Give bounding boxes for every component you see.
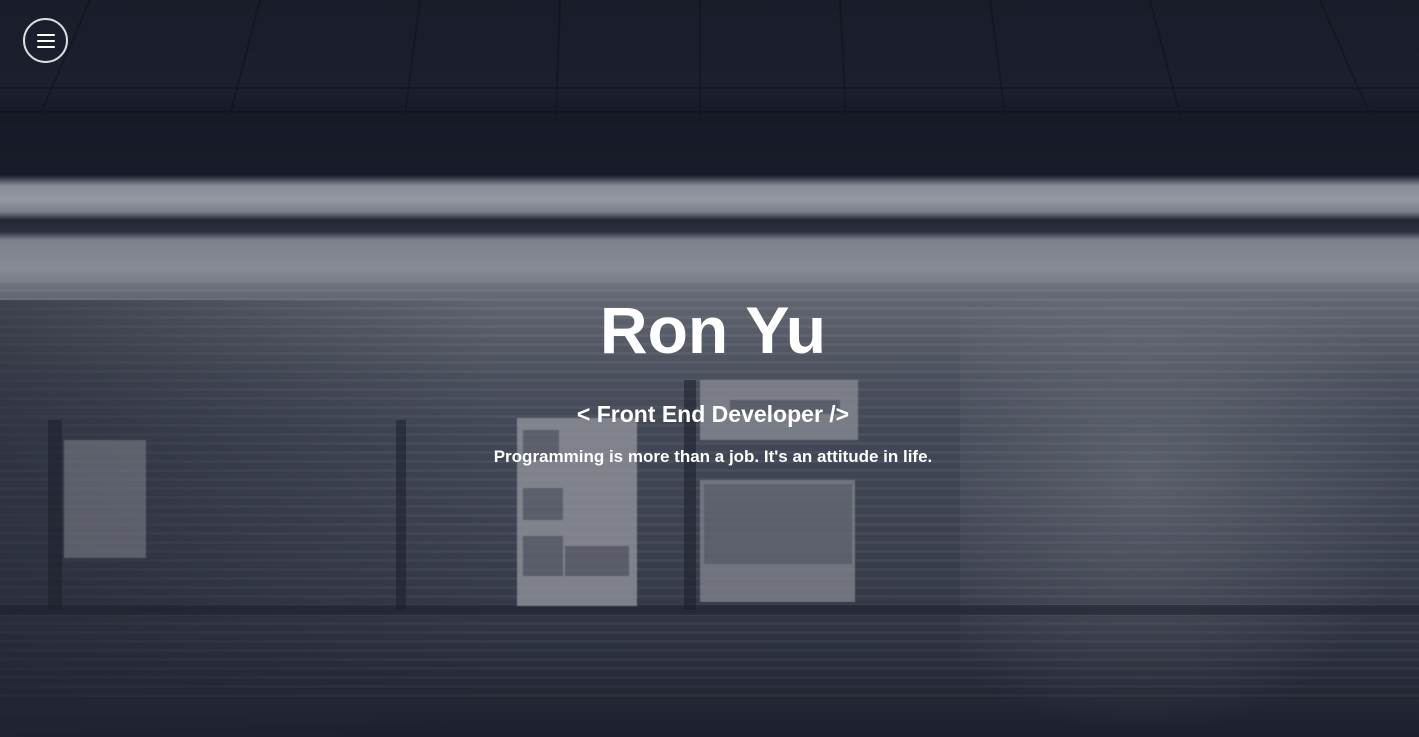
menu-button[interactable] <box>23 18 68 63</box>
hero-subtitle: < Front End Developer /> <box>576 401 850 427</box>
hero-text: Ron Yu < Front End Developer /> Programm… <box>0 290 1419 468</box>
hamburger-icon <box>36 33 55 48</box>
hero-tagline: Programming is more than a job. It's an … <box>493 447 933 466</box>
hero-section: Ron Yu < Front End Developer /> Programm… <box>0 0 1419 737</box>
hero-name: Ron Yu <box>599 293 827 367</box>
